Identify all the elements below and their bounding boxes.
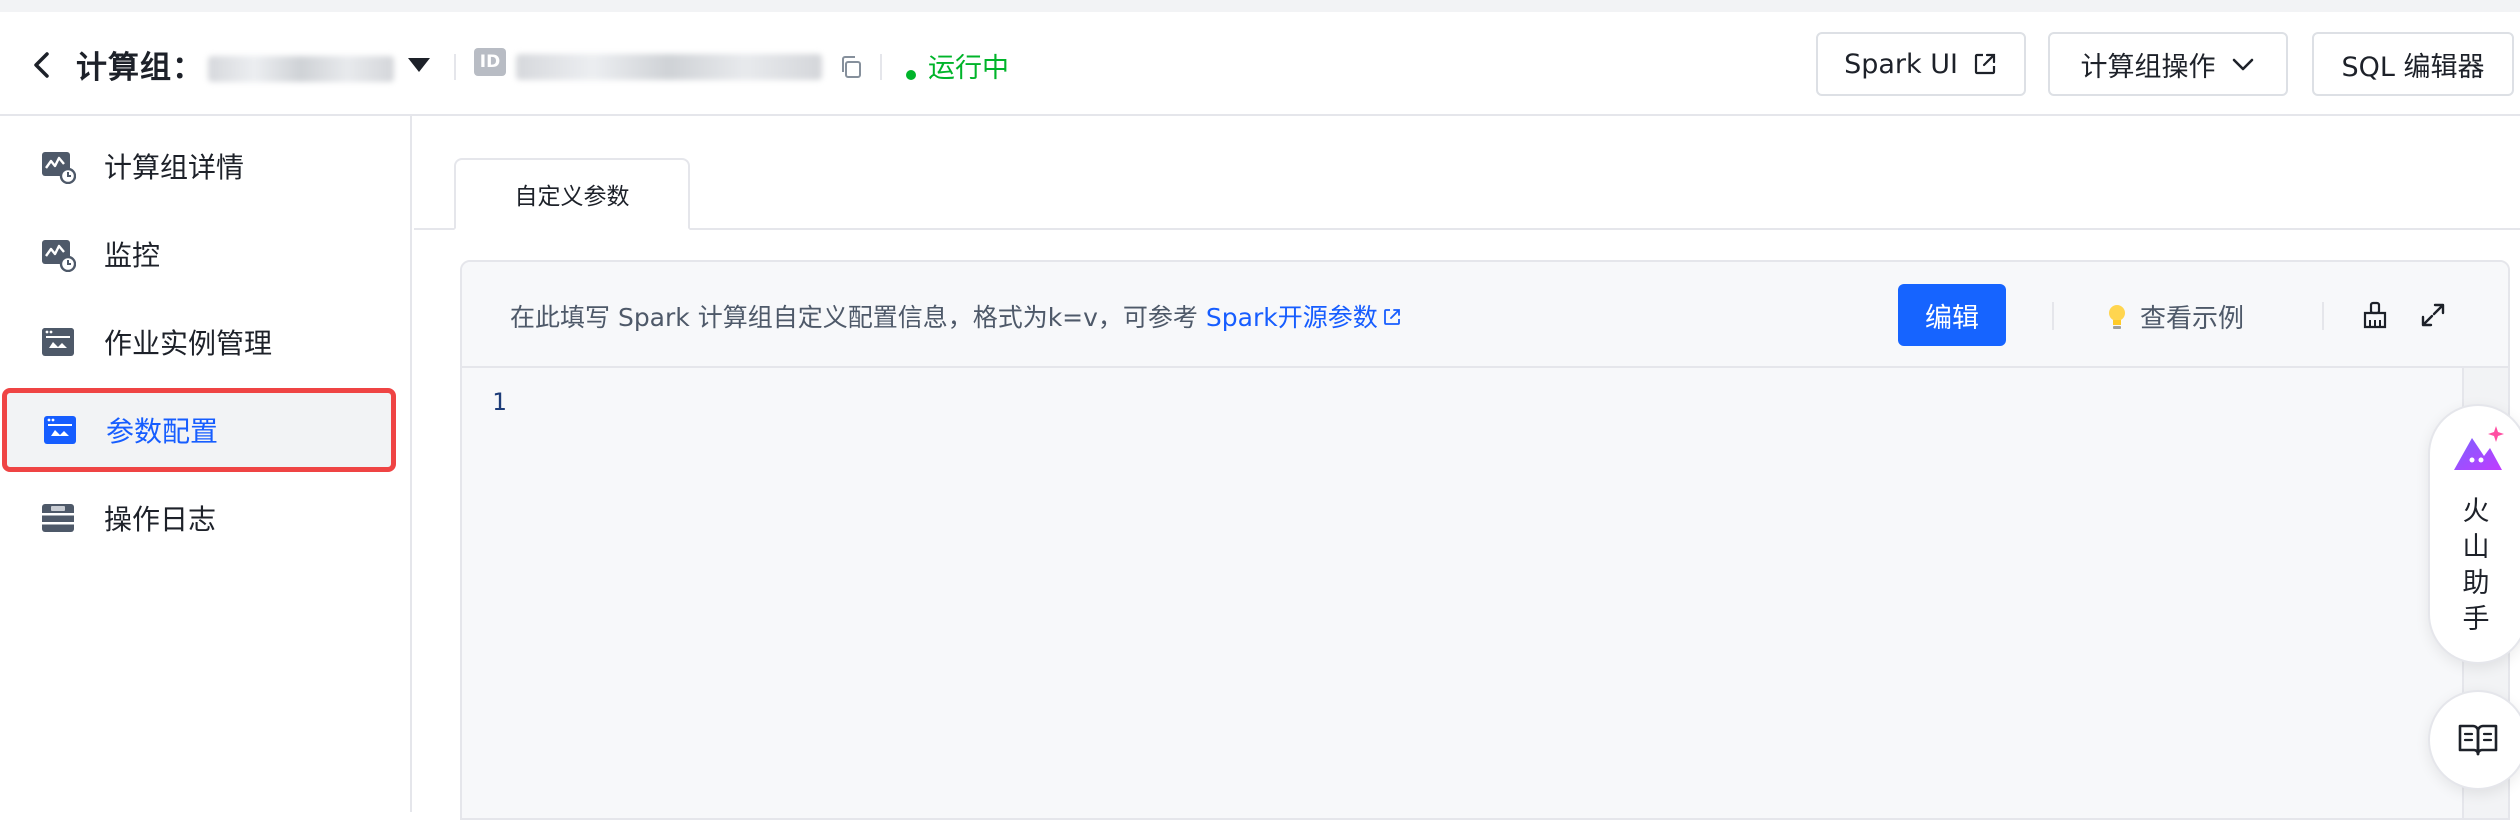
main-content: 自定义参数 在此填写 Spark 计算组自定义配置信息，格式为k=v，可参考 S… [414,116,2520,820]
spark-ui-label: Spark UI [1844,48,1958,80]
spark-params-link[interactable]: Spark开源参数 [1206,303,1402,332]
chart-monitor-icon [42,152,76,184]
view-example-label: 查看示例 [2140,304,2245,334]
edit-button[interactable]: 编辑 [1898,284,2006,346]
assistant-mountain-icon [2454,426,2504,470]
compute-group-name-redacted [208,56,394,82]
log-icon [42,504,74,532]
chart-monitor-icon [42,240,76,272]
job-window-icon [42,328,74,356]
status-text: 运行中 [928,53,1009,84]
compute-group-id-redacted [516,54,822,80]
divider [454,54,456,80]
tab-custom-params[interactable]: 自定义参数 [454,158,690,230]
divider [880,54,882,80]
spark-params-link-label: Spark开源参数 [1205,303,1378,332]
book-icon [2458,724,2498,756]
external-link-icon [1974,53,1996,75]
divider [2322,302,2324,330]
assistant-label: 火 山 助 手 [2430,494,2520,638]
page-title: 计算组： [76,50,204,86]
config-hint: 在此填写 Spark 计算组自定义配置信息，格式为k=v，可参考 Spark开源… [510,298,1402,334]
sidebar-item-label: 计算组详情 [104,151,245,184]
job-window-icon [44,416,76,444]
sidebar-item-compute-group-details[interactable]: 计算组详情 [0,124,398,208]
assistant-label-char: 助 [2462,568,2490,599]
sql-editor-label: SQL 编辑器 [2341,51,2485,83]
compute-group-dropdown-icon[interactable] [408,58,430,72]
compute-group-ops-button[interactable]: 计算组操作 [2048,32,2288,96]
params-panel: 在此填写 Spark 计算组自定义配置信息，格式为k=v，可参考 Spark开源… [460,260,2510,820]
external-link-icon [1383,309,1400,325]
params-toolbar: 在此填写 Spark 计算组自定义配置信息，格式为k=v，可参考 Spark开源… [462,262,2508,368]
assistant-label-char: 火 [2462,496,2490,527]
back-arrow-icon[interactable] [26,48,60,82]
assistant-label-char: 手 [2462,604,2490,635]
sidebar-item-label: 作业实例管理 [104,327,273,360]
clear-brush-icon[interactable] [2360,300,2390,330]
divider [2052,302,2054,330]
sql-editor-button[interactable]: SQL 编辑器 [2312,32,2514,96]
assistant-label-char: 山 [2462,532,2490,563]
copy-icon[interactable] [836,52,866,82]
sidebar-item-label: 参数配置 [106,415,219,448]
tab-bar-divider [414,228,2520,230]
status-dot [906,70,916,80]
line-number: 1 [492,388,507,416]
compute-group-ops-label: 计算组操作 [2080,51,2216,83]
view-example-button[interactable]: 查看示例 [2106,298,2244,335]
page-header: 计算组： ID 运行中 Spark UI 计算组操作 SQL 编辑器 [0,12,2520,116]
sidebar: 计算组详情 监控 作业实例管理 参数配置 操作日志 [0,116,412,812]
sidebar-item-monitoring[interactable]: 监控 [0,212,398,296]
docs-button[interactable] [2428,690,2520,790]
sidebar-item-parameter-config[interactable]: 参数配置 [2,388,396,472]
config-hint-text: 在此填写 Spark 计算组自定义配置信息，格式为k=v，可参考 [510,303,1206,332]
lightbulb-icon [2109,304,2125,329]
chevron-down-icon [2232,58,2253,71]
sidebar-item-label: 监控 [104,239,161,272]
sidebar-item-operation-log[interactable]: 操作日志 [0,476,398,560]
spark-ui-button[interactable]: Spark UI [1816,32,2026,96]
volcano-assistant-button[interactable]: 火 山 助 手 [2428,404,2520,664]
id-badge: ID [474,48,506,76]
code-editor[interactable]: 1 [462,368,2508,818]
sidebar-item-label: 操作日志 [104,503,217,536]
sidebar-item-job-instances[interactable]: 作业实例管理 [0,300,398,384]
top-strip [0,0,2520,12]
fullscreen-icon[interactable] [2418,300,2448,330]
